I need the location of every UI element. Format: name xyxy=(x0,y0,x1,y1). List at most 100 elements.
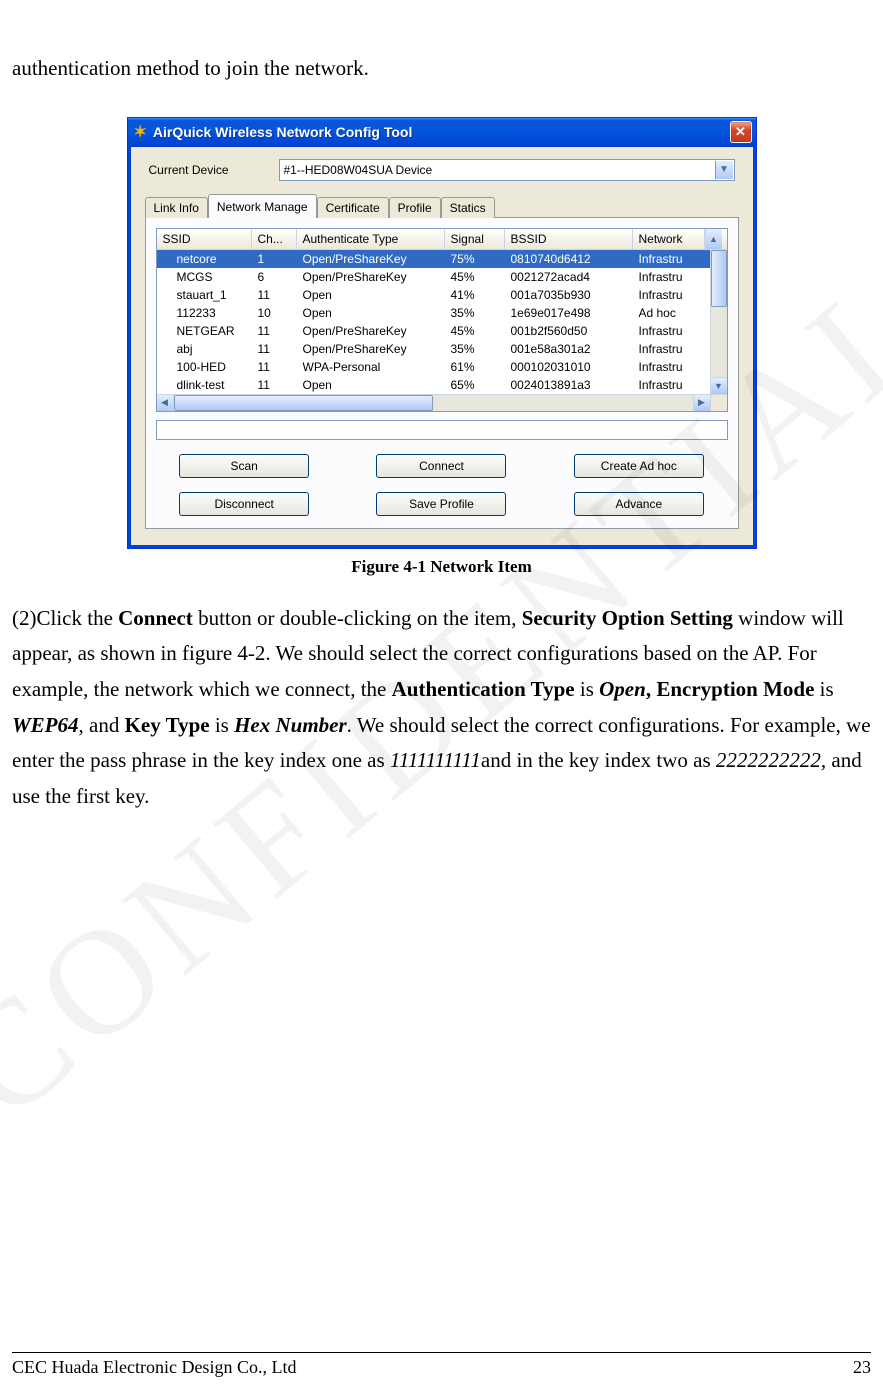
cell-ssid: dlink-test xyxy=(171,376,252,394)
table-row[interactable]: 11223310Open35%1e69e017e498Ad hoc xyxy=(157,304,710,322)
scroll-left-icon[interactable]: ◀ xyxy=(157,395,174,411)
table-row[interactable]: NETGEAR11Open/PreShareKey45%001b2f560d50… xyxy=(157,322,710,340)
cell-auth: Open/PreShareKey xyxy=(297,322,445,340)
col-bssid[interactable]: BSSID xyxy=(505,229,633,249)
tab-profile[interactable]: Profile xyxy=(389,197,441,218)
save-profile-button[interactable]: Save Profile xyxy=(376,492,506,516)
cell-signal: 35% xyxy=(445,340,505,358)
scroll-right-icon[interactable]: ▶ xyxy=(693,395,710,411)
cell-ssid: 112233 xyxy=(171,304,252,322)
network-table: SSID Ch... Authenticate Type Signal BSSI… xyxy=(156,228,728,412)
window-client: Current Device #1--HED08W04SUA Device ▼ … xyxy=(128,147,756,548)
scroll-up-icon[interactable]: ▲ xyxy=(705,229,722,249)
cell-auth: Open/PreShareKey xyxy=(297,250,445,268)
cell-network: Infrastru xyxy=(633,322,705,340)
table-row[interactable]: netcore1Open/PreShareKey75%0810740d6412I… xyxy=(157,250,710,268)
cell-bssid: 000102031010 xyxy=(505,358,633,376)
close-icon: ✕ xyxy=(735,124,746,140)
col-signal[interactable]: Signal xyxy=(445,229,505,249)
cell-bssid: 0021272acad4 xyxy=(505,268,633,286)
cell-ssid: netcore xyxy=(171,250,252,268)
scan-button[interactable]: Scan xyxy=(179,454,309,478)
tab-network-manage[interactable]: Network Manage xyxy=(208,194,317,218)
cell-channel: 11 xyxy=(252,358,297,376)
wifi-icon xyxy=(157,358,171,376)
col-channel[interactable]: Ch... xyxy=(252,229,297,249)
chevron-down-icon: ▼ xyxy=(715,161,733,179)
cell-auth: WPA-Personal xyxy=(297,358,445,376)
wifi-icon xyxy=(157,322,171,340)
tab-statics[interactable]: Statics xyxy=(441,197,495,218)
cell-ssid: abj xyxy=(171,340,252,358)
cell-ssid: 100-HED xyxy=(171,358,252,376)
wifi-icon xyxy=(157,304,171,322)
table-row[interactable]: MCGS6Open/PreShareKey45%0021272acad4Infr… xyxy=(157,268,710,286)
wifi-icon xyxy=(157,250,171,268)
device-dropdown[interactable]: #1--HED08W04SUA Device ▼ xyxy=(279,159,735,181)
cell-signal: 35% xyxy=(445,304,505,322)
cell-bssid: 001a7035b930 xyxy=(505,286,633,304)
app-window: ✶ AirQuick Wireless Network Config Tool … xyxy=(127,117,757,549)
cell-signal: 65% xyxy=(445,376,505,394)
cell-auth: Open xyxy=(297,376,445,394)
cell-auth: Open xyxy=(297,304,445,322)
cell-network: Infrastru xyxy=(633,358,705,376)
cell-bssid: 0024013891a3 xyxy=(505,376,633,394)
table-header: SSID Ch... Authenticate Type Signal BSSI… xyxy=(157,229,727,250)
tab-certificate[interactable]: Certificate xyxy=(317,197,389,218)
col-auth[interactable]: Authenticate Type xyxy=(297,229,445,249)
figure-caption: Figure 4-1 Network Item xyxy=(12,557,871,577)
page-footer: CEC Huada Electronic Design Co., Ltd 23 xyxy=(12,1352,871,1378)
device-value: #1--HED08W04SUA Device xyxy=(284,163,433,177)
scroll-down-icon[interactable]: ▼ xyxy=(711,377,727,394)
col-ssid[interactable]: SSID xyxy=(157,229,252,249)
cell-signal: 61% xyxy=(445,358,505,376)
table-row[interactable]: abj11Open/PreShareKey35%001e58a301a2Infr… xyxy=(157,340,710,358)
cell-bssid: 1e69e017e498 xyxy=(505,304,633,322)
disconnect-button[interactable]: Disconnect xyxy=(179,492,309,516)
cell-channel: 6 xyxy=(252,268,297,286)
wifi-icon xyxy=(157,268,171,286)
cell-network: Infrastru xyxy=(633,250,705,268)
device-label: Current Device xyxy=(149,163,269,177)
table-row[interactable]: dlink-test11Open65%0024013891a3Infrastru xyxy=(157,376,710,394)
titlebar[interactable]: ✶ AirQuick Wireless Network Config Tool … xyxy=(128,118,756,147)
scroll-corner xyxy=(710,395,727,411)
close-button[interactable]: ✕ xyxy=(730,121,752,143)
window-title: AirQuick Wireless Network Config Tool xyxy=(153,124,730,140)
col-network[interactable]: Network xyxy=(633,229,705,249)
table-row[interactable]: 100-HED11WPA-Personal61%000102031010Infr… xyxy=(157,358,710,376)
horizontal-scrollbar[interactable]: ◀ ▶ xyxy=(157,394,727,411)
cell-network: Infrastru xyxy=(633,376,705,394)
cell-network: Ad hoc xyxy=(633,304,705,322)
advance-button[interactable]: Advance xyxy=(574,492,704,516)
wifi-icon xyxy=(157,340,171,358)
cell-signal: 45% xyxy=(445,268,505,286)
tab-body: SSID Ch... Authenticate Type Signal BSSI… xyxy=(145,217,739,529)
cell-bssid: 0810740d6412 xyxy=(505,250,633,268)
wifi-icon xyxy=(157,376,171,394)
tab-link-info[interactable]: Link Info xyxy=(145,197,208,218)
scroll-thumb[interactable] xyxy=(711,250,727,308)
status-input[interactable] xyxy=(156,420,728,440)
create-adhoc-button[interactable]: Create Ad hoc xyxy=(574,454,704,478)
instruction-paragraph: (2)Click the Connect button or double-cl… xyxy=(12,601,871,815)
cell-network: Infrastru xyxy=(633,340,705,358)
cell-auth: Open/PreShareKey xyxy=(297,340,445,358)
footer-page: 23 xyxy=(853,1357,871,1378)
h-scroll-thumb[interactable] xyxy=(174,395,434,411)
cell-bssid: 001b2f560d50 xyxy=(505,322,633,340)
cell-network: Infrastru xyxy=(633,286,705,304)
cell-channel: 11 xyxy=(252,286,297,304)
cell-ssid: NETGEAR xyxy=(171,322,252,340)
cell-ssid: MCGS xyxy=(171,268,252,286)
connect-button[interactable]: Connect xyxy=(376,454,506,478)
cell-auth: Open xyxy=(297,286,445,304)
cell-channel: 11 xyxy=(252,376,297,394)
cell-channel: 1 xyxy=(252,250,297,268)
table-row[interactable]: stauart_111Open41%001a7035b930Infrastru xyxy=(157,286,710,304)
cell-signal: 41% xyxy=(445,286,505,304)
tabs: Link Info Network Manage Certificate Pro… xyxy=(145,193,739,217)
cell-channel: 10 xyxy=(252,304,297,322)
vertical-scrollbar[interactable]: ▼ xyxy=(710,250,727,394)
